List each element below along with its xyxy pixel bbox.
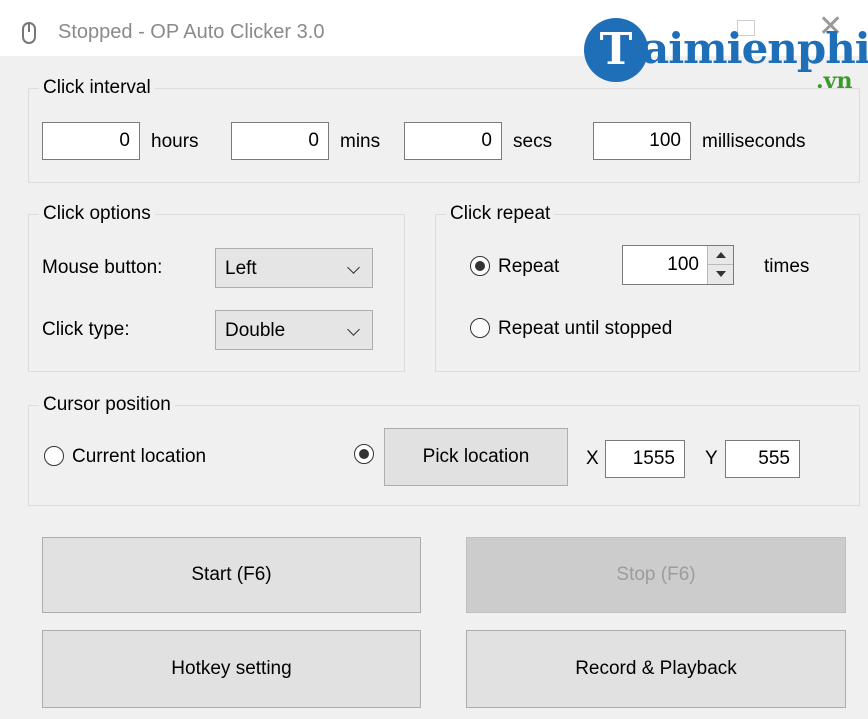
y-coordinate-input[interactable]: 555: [725, 440, 800, 478]
start-button[interactable]: Start (F6): [42, 537, 421, 613]
click-type-value: Double: [225, 320, 286, 341]
mouse-button-label: Mouse button:: [42, 257, 163, 278]
mouse-button-select[interactable]: Left: [215, 248, 373, 288]
click-interval-legend: Click interval: [39, 77, 155, 99]
stepper-up-icon[interactable]: [708, 246, 733, 265]
hours-input[interactable]: 0: [42, 122, 140, 160]
secs-label: secs: [513, 131, 553, 152]
hotkey-setting-button[interactable]: Hotkey setting: [42, 630, 421, 708]
repeat-until-stopped-radio[interactable]: [470, 318, 490, 338]
chevron-down-icon: [347, 323, 360, 336]
click-type-select[interactable]: Double: [215, 310, 373, 350]
watermark-brand: aimienphi: [642, 24, 868, 73]
stepper-down-icon[interactable]: [708, 265, 733, 284]
click-type-label: Click type:: [42, 319, 130, 340]
current-location-radio[interactable]: [44, 446, 64, 466]
mins-label: mins: [340, 131, 381, 152]
current-location-label: Current location: [72, 446, 207, 467]
record-playback-button[interactable]: Record & Playback: [466, 630, 846, 708]
cursor-position-legend: Cursor position: [39, 394, 175, 416]
chevron-down-icon: [347, 261, 360, 274]
y-label: Y: [705, 448, 718, 469]
mouse-button-value: Left: [225, 258, 257, 279]
window-title: Stopped - OP Auto Clicker 3.0: [58, 21, 325, 43]
stepper-arrows: [707, 246, 733, 284]
click-repeat-legend: Click repeat: [446, 203, 555, 225]
milliseconds-input[interactable]: 100: [593, 122, 691, 160]
watermark-logo: T aimienphi .vn: [584, 18, 868, 98]
repeat-radio[interactable]: [470, 256, 490, 276]
hours-label: hours: [151, 131, 199, 152]
repeat-until-stopped-label: Repeat until stopped: [498, 318, 673, 339]
watermark-logo-icon: T: [584, 18, 648, 82]
pick-location-button[interactable]: Pick location: [384, 428, 568, 486]
repeat-count-value: 100: [667, 254, 699, 275]
pick-location-radio[interactable]: [354, 444, 374, 464]
click-options-legend: Click options: [39, 203, 155, 225]
mouse-icon: [22, 22, 36, 44]
x-coordinate-input[interactable]: 1555: [605, 440, 685, 478]
click-repeat-group: Click repeat: [435, 203, 860, 372]
milliseconds-label: milliseconds: [702, 131, 806, 152]
repeat-label: Repeat: [498, 256, 560, 277]
repeat-count-stepper[interactable]: 100: [622, 245, 734, 285]
stop-button[interactable]: Stop (F6): [466, 537, 846, 613]
mins-input[interactable]: 0: [231, 122, 329, 160]
x-label: X: [586, 448, 599, 469]
secs-input[interactable]: 0: [404, 122, 502, 160]
times-label: times: [764, 256, 810, 277]
